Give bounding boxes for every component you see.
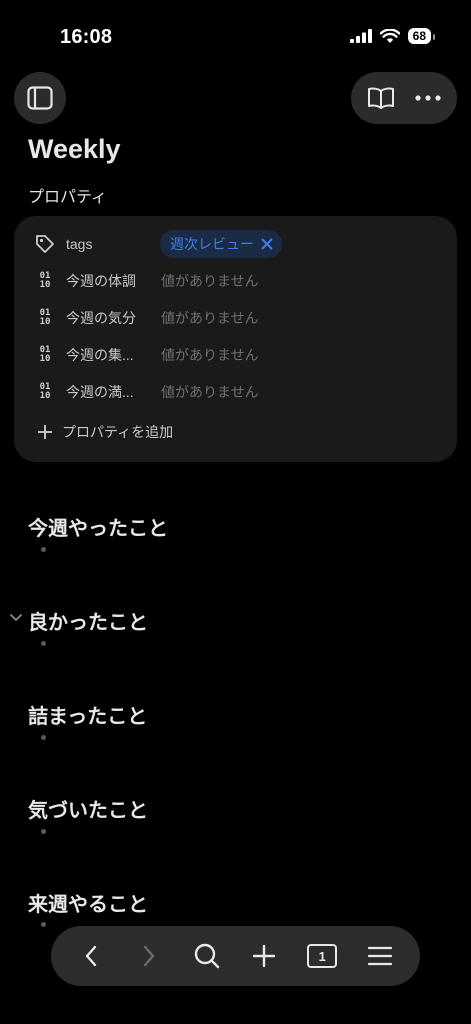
property-row[interactable]: 01 10 今週の体調 値がありません bbox=[34, 266, 259, 296]
number-icon: 01 10 bbox=[39, 308, 51, 327]
battery-indicator: 68 bbox=[407, 28, 436, 44]
properties-heading: プロパティ bbox=[28, 189, 108, 206]
search-button[interactable] bbox=[189, 938, 225, 974]
tag-chip-label: 週次レビュー bbox=[170, 236, 254, 252]
sidebar-icon bbox=[27, 86, 53, 110]
chevron-down-icon[interactable] bbox=[9, 612, 23, 624]
property-row[interactable]: 01 10 今週の気分 値がありません bbox=[34, 303, 259, 333]
tabs-button[interactable]: 1 bbox=[304, 938, 340, 974]
section-heading[interactable]: 気づいたこと bbox=[28, 794, 148, 823]
number-icon: 01 10 bbox=[39, 345, 51, 364]
property-value: 値がありません bbox=[161, 310, 259, 326]
bottom-toolbar: 1 bbox=[51, 926, 420, 986]
tag-icon bbox=[34, 233, 56, 255]
tab-count: 1 bbox=[307, 944, 338, 968]
chevron-right-icon bbox=[143, 945, 154, 967]
property-row-tags[interactable]: tags bbox=[34, 229, 92, 259]
property-name: 今週の満... bbox=[66, 384, 134, 400]
property-value: 値がありません bbox=[161, 273, 259, 289]
wifi-icon bbox=[379, 28, 400, 43]
property-row[interactable]: 01 10 今週の満... 値がありません bbox=[34, 377, 259, 407]
search-icon bbox=[194, 943, 219, 969]
bullet-point[interactable] bbox=[41, 641, 46, 646]
menu-icon bbox=[367, 946, 392, 966]
property-name: 今週の体調 bbox=[66, 273, 136, 289]
section-heading[interactable]: 詰まったこと bbox=[28, 700, 147, 729]
property-row[interactable]: 01 10 今週の集... 値がありません bbox=[34, 340, 259, 370]
signal-icon bbox=[349, 29, 372, 43]
property-value: 値がありません bbox=[161, 347, 259, 363]
chevron-left-icon bbox=[85, 945, 97, 967]
back-button[interactable] bbox=[73, 938, 109, 974]
property-name: 今週の気分 bbox=[66, 310, 136, 326]
section-heading[interactable]: 今週やったこと bbox=[28, 512, 168, 541]
section-heading[interactable]: 良かったこと bbox=[28, 606, 148, 635]
status-icons: 68 bbox=[349, 28, 436, 44]
forward-button[interactable] bbox=[131, 938, 167, 974]
page-actions bbox=[351, 72, 457, 124]
plus-icon bbox=[38, 425, 52, 439]
more-options-icon[interactable] bbox=[415, 95, 441, 101]
bullet-point[interactable] bbox=[41, 735, 46, 740]
bullet-point[interactable] bbox=[41, 922, 46, 927]
add-property-button[interactable]: プロパティを追加 bbox=[36, 422, 173, 442]
number-icon: 01 10 bbox=[39, 271, 51, 290]
property-name: 今週の集... bbox=[66, 347, 134, 363]
reader-mode-icon[interactable] bbox=[367, 86, 395, 110]
bullet-point[interactable] bbox=[41, 547, 46, 552]
tag-chip[interactable]: 週次レビュー bbox=[160, 230, 282, 258]
menu-button[interactable] bbox=[362, 938, 398, 974]
add-property-label: プロパティを追加 bbox=[62, 424, 174, 440]
sidebar-toggle-button[interactable] bbox=[14, 72, 66, 124]
section-heading[interactable]: 来週やること bbox=[28, 888, 148, 917]
close-icon[interactable] bbox=[260, 237, 274, 251]
property-value: 値がありません bbox=[161, 384, 259, 400]
plus-icon bbox=[253, 944, 276, 968]
page-title[interactable]: Weekly bbox=[28, 134, 121, 165]
property-name: tags bbox=[66, 236, 93, 252]
bullet-point[interactable] bbox=[41, 829, 46, 834]
properties-card: tags 週次レビュー 01 10 今週の体調 値がありません 01 10 今週の気… bbox=[14, 216, 457, 462]
number-icon: 01 10 bbox=[39, 382, 51, 401]
status-time: 16:08 bbox=[60, 26, 113, 48]
new-page-button[interactable] bbox=[246, 938, 282, 974]
